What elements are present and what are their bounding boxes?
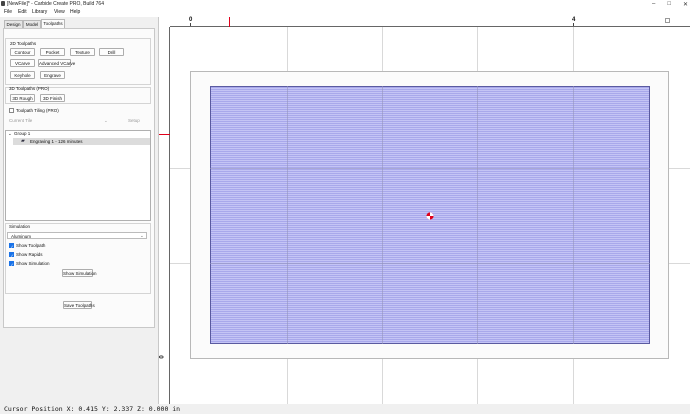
engrave-button[interactable]: Engrave xyxy=(40,71,65,79)
save-toolpaths-button[interactable]: Save Toolpaths xyxy=(63,301,95,309)
contour-button[interactable]: Contour xyxy=(10,48,35,56)
show-toolpath-checkbox[interactable] xyxy=(9,243,14,249)
tiling-checkbox[interactable] xyxy=(9,108,14,113)
left-panel: Design Model Toolpaths 2D Toolpaths Cont… xyxy=(0,17,159,404)
window-title: [NewFile]* - Carbide Create PRO, Build 7… xyxy=(7,1,104,7)
menu-bar: File Edit Library View Help xyxy=(0,8,690,17)
toolpaths-2d-title: 2D Toolpaths xyxy=(10,41,37,46)
ruler-horizontal: 0 4 xyxy=(170,17,690,27)
tiling-label: Toolpath Tiling (PRO) xyxy=(16,108,59,113)
cursor-position: Cursor Position X: 0.415 Y: 2.337 Z: 0.0… xyxy=(4,405,181,413)
center-marker-icon xyxy=(426,212,434,220)
grid-line xyxy=(210,168,650,169)
ruler-corner-icon xyxy=(665,18,670,23)
maximize-icon[interactable]: □ xyxy=(667,1,671,7)
toolpaths-3d-title: 3D Toolpaths (PRO) xyxy=(9,86,50,91)
ruler-tick xyxy=(190,23,191,26)
grid-line xyxy=(382,86,383,344)
texture-button[interactable]: Texture xyxy=(70,48,95,56)
advanced-vcarve-button[interactable]: Advanced VCarve xyxy=(38,59,75,67)
material-value: Aluminum xyxy=(11,233,32,239)
show-simulation-button[interactable]: Show Simulation xyxy=(62,269,97,277)
grid-line xyxy=(210,263,650,264)
show-rapids-label: Show Rapids xyxy=(16,252,43,257)
ruler-left-label-0: 0 xyxy=(159,355,166,359)
current-tile-select[interactable]: Current Tile xyxy=(9,118,32,123)
ruler-vertical: 0 xyxy=(159,27,170,404)
show-rapids-checkbox[interactable] xyxy=(9,252,14,258)
tree-group[interactable]: Group 1 xyxy=(14,131,30,136)
chevron-down-icon: ⌄ xyxy=(104,118,108,123)
grid-line xyxy=(287,86,288,344)
tab-model[interactable]: Model xyxy=(23,20,41,28)
show-toolpath-label: Show Toolpath xyxy=(16,243,46,248)
title-bar: [NewFile]* - Carbide Create PRO, Build 7… xyxy=(0,0,690,8)
status-bar: Cursor Position X: 0.415 Y: 2.337 Z: 0.0… xyxy=(0,404,690,414)
tab-design[interactable]: Design xyxy=(4,20,23,28)
material-select[interactable]: Aluminum ⌄ xyxy=(7,232,147,239)
menu-edit[interactable]: Edit xyxy=(18,9,27,15)
simulation-title: Simulation xyxy=(9,224,31,229)
keyhole-button[interactable]: Keyhole xyxy=(10,71,35,79)
grid-line xyxy=(477,86,478,344)
minimize-icon[interactable]: – xyxy=(652,1,655,7)
3d-rough-button[interactable]: 3D Rough xyxy=(10,94,35,102)
engrave-toolpath-icon: ▰ xyxy=(21,138,25,144)
menu-file[interactable]: File xyxy=(4,9,12,15)
menu-help[interactable]: Help xyxy=(70,9,80,15)
tree-collapse-icon[interactable]: ⌄ xyxy=(8,131,12,137)
grid-line xyxy=(573,86,574,344)
cursor-ruler-marker-x xyxy=(229,17,230,27)
tree-item-selected[interactable]: ▰ Engraving 1 - 126 minutes xyxy=(13,138,150,145)
menu-library[interactable]: Library xyxy=(32,9,47,15)
ruler-tick xyxy=(573,23,574,26)
menu-view[interactable]: View xyxy=(54,9,65,15)
pocket-button[interactable]: Pocket xyxy=(40,48,65,56)
3d-finish-button[interactable]: 3D Finish xyxy=(40,94,65,102)
tab-toolpaths[interactable]: Toolpaths xyxy=(41,19,65,28)
close-icon[interactable]: ✕ xyxy=(683,1,688,8)
toolpath-tree[interactable]: ⌄ Group 1 ▰ Engraving 1 - 126 minutes xyxy=(5,130,151,221)
chevron-down-icon: ⌄ xyxy=(140,233,144,238)
cursor-ruler-marker-y xyxy=(159,134,170,135)
show-simulation-checkbox[interactable] xyxy=(9,261,14,267)
tiling-setup-button[interactable]: Setup xyxy=(128,118,140,123)
vcarve-button[interactable]: VCarve xyxy=(10,59,35,67)
show-simulation-label: Show Simulation xyxy=(16,261,50,266)
app-icon xyxy=(1,1,5,6)
drill-button[interactable]: Drill xyxy=(99,48,124,56)
tree-item-label: Engraving 1 - 126 minutes xyxy=(30,139,83,144)
